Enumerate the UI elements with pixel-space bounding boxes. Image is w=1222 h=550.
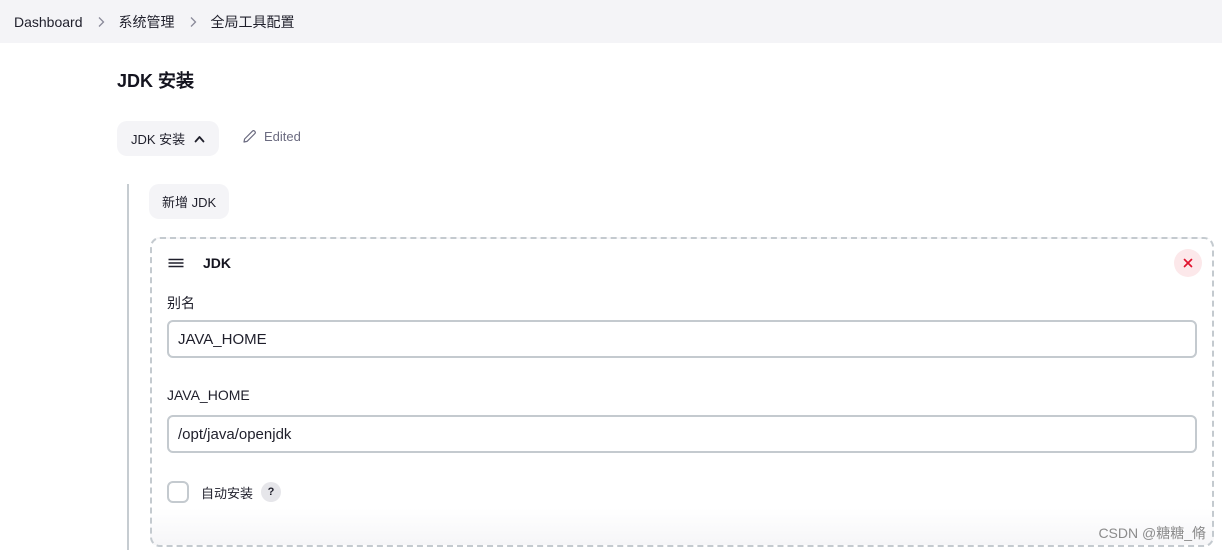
section-nesting-line [127,184,129,550]
delete-jdk-button[interactable] [1174,249,1202,277]
breadcrumb: Dashboard 系统管理 全局工具配置 [0,0,1222,43]
alias-input[interactable] [167,320,1197,358]
chevron-up-icon [194,135,205,143]
add-jdk-button[interactable]: 新增 JDK [149,184,230,219]
watermark: CSDN @糖糖_脩 [1098,525,1206,541]
java-home-label: JAVA_HOME [167,387,250,403]
edited-indicator: Edited [242,129,301,144]
chevron-right-icon [97,16,105,28]
toggle-label: JDK 安装 [131,132,186,147]
jdk-install-toggle-button[interactable]: JDK 安装 [117,121,220,156]
chevron-right-icon [189,16,197,28]
edited-label: Edited [264,129,301,144]
breadcrumb-global-tool-config[interactable]: 全局工具配置 [211,12,295,32]
java-home-input[interactable] [167,415,1197,453]
jdk-entry-header: JDK [168,255,231,271]
auto-install-row: 自动安装 ? [167,481,282,503]
auto-install-checkbox[interactable] [167,481,189,503]
close-icon [1183,258,1193,268]
jdk-entry-title: JDK [203,255,232,271]
auto-install-label[interactable]: 自动安装 [201,483,253,502]
jdk-entry-card: JDK 别名 JAVA_HOME 自动安装 ? [150,237,1214,547]
hamburger-drag-icon[interactable] [168,257,184,269]
pencil-icon [243,130,256,143]
breadcrumb-dashboard[interactable]: Dashboard [14,14,83,30]
help-icon[interactable]: ? [261,482,282,502]
page-title: JDK 安装 [117,71,195,91]
alias-label: 别名 [167,295,195,311]
breadcrumb-system-management[interactable]: 系统管理 [119,12,175,32]
